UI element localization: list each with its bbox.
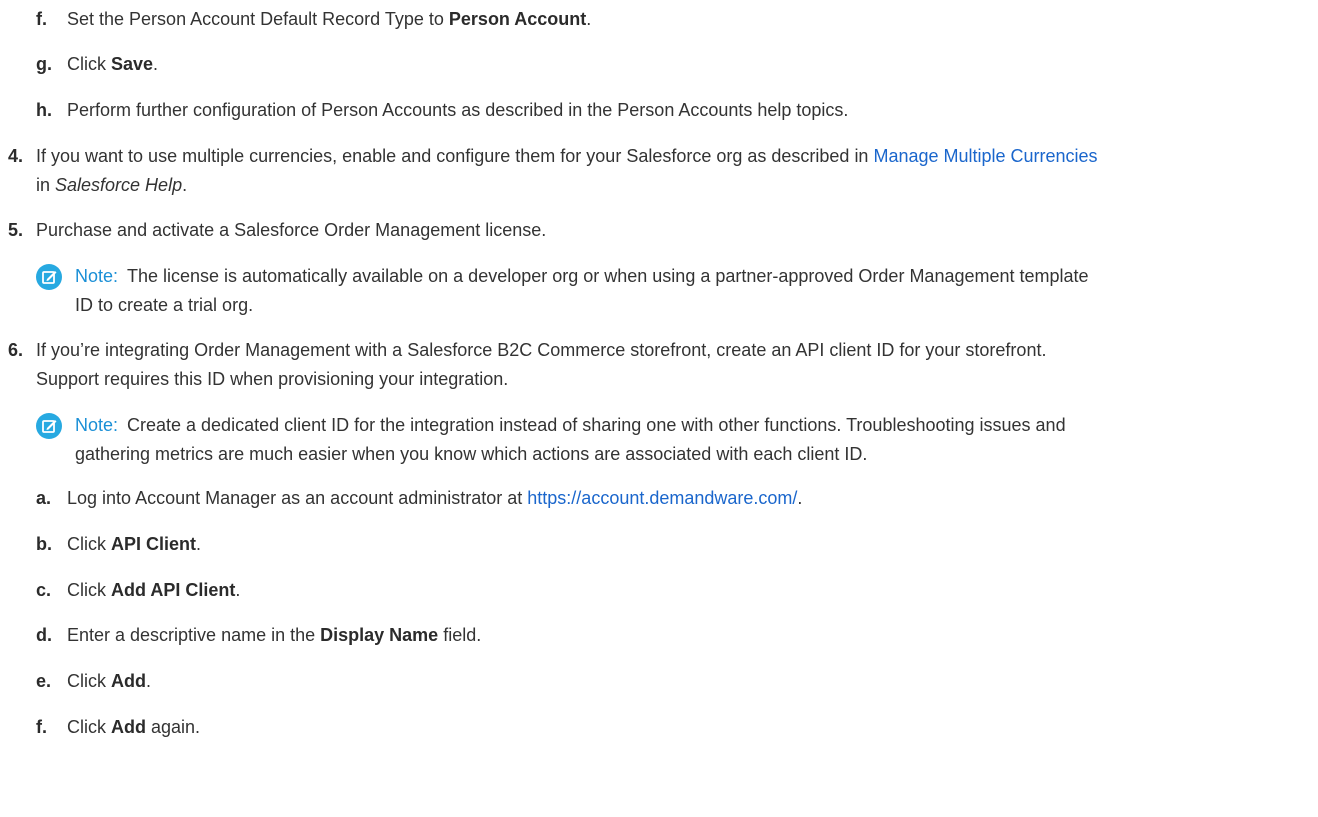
step-text: Purchase and activate a Salesforce Order… xyxy=(36,220,547,240)
step-text: Support requires this ID when provisioni… xyxy=(36,369,509,389)
step-text: If you’re integrating Order Management w… xyxy=(36,340,1047,360)
note-text: The license is automatically available o… xyxy=(127,266,1089,286)
edit-note-icon xyxy=(36,264,62,290)
note-label: Note: xyxy=(75,266,119,286)
step-marker: f. xyxy=(36,717,47,737)
step-text: Click Save. xyxy=(67,54,159,74)
step-marker: a. xyxy=(36,488,52,508)
note-text: Create a dedicated client ID for the int… xyxy=(127,415,1066,435)
step-text: Enter a descriptive name in the Display … xyxy=(67,625,482,645)
step-text: Perform further configuration of Person … xyxy=(67,100,849,120)
step-text: Click Add API Client. xyxy=(67,580,241,600)
step-text: Click API Client. xyxy=(67,534,202,554)
step-marker: 5. xyxy=(8,220,24,240)
step-marker: d. xyxy=(36,625,52,645)
edit-note-icon xyxy=(36,413,62,439)
step-marker: 6. xyxy=(8,340,24,360)
document-page: f. Set the Person Account Default Record… xyxy=(0,0,1318,817)
note-text: gathering metrics are much easier when y… xyxy=(75,444,868,464)
step-marker: 4. xyxy=(8,146,24,166)
note-text: ID to create a trial org. xyxy=(75,295,254,315)
step-text: If you want to use multiple currencies, … xyxy=(36,146,1098,166)
step-marker: g. xyxy=(36,54,52,74)
manage-currencies-link[interactable]: Manage Multiple Currencies xyxy=(873,146,1097,166)
step-marker: f. xyxy=(36,9,47,29)
step-marker: e. xyxy=(36,671,52,691)
step-marker: c. xyxy=(36,580,52,600)
step-marker: h. xyxy=(36,100,52,120)
step-marker: b. xyxy=(36,534,52,554)
note-label: Note: xyxy=(75,415,119,435)
step-text: Log into Account Manager as an account a… xyxy=(67,488,803,508)
step-text: Click Add. xyxy=(67,671,152,691)
step-text: in Salesforce Help. xyxy=(36,175,188,195)
step-text: Click Add again. xyxy=(67,717,201,737)
step-text: Set the Person Account Default Record Ty… xyxy=(67,9,592,29)
account-manager-link[interactable]: https://account.demandware.com/ xyxy=(527,488,797,508)
